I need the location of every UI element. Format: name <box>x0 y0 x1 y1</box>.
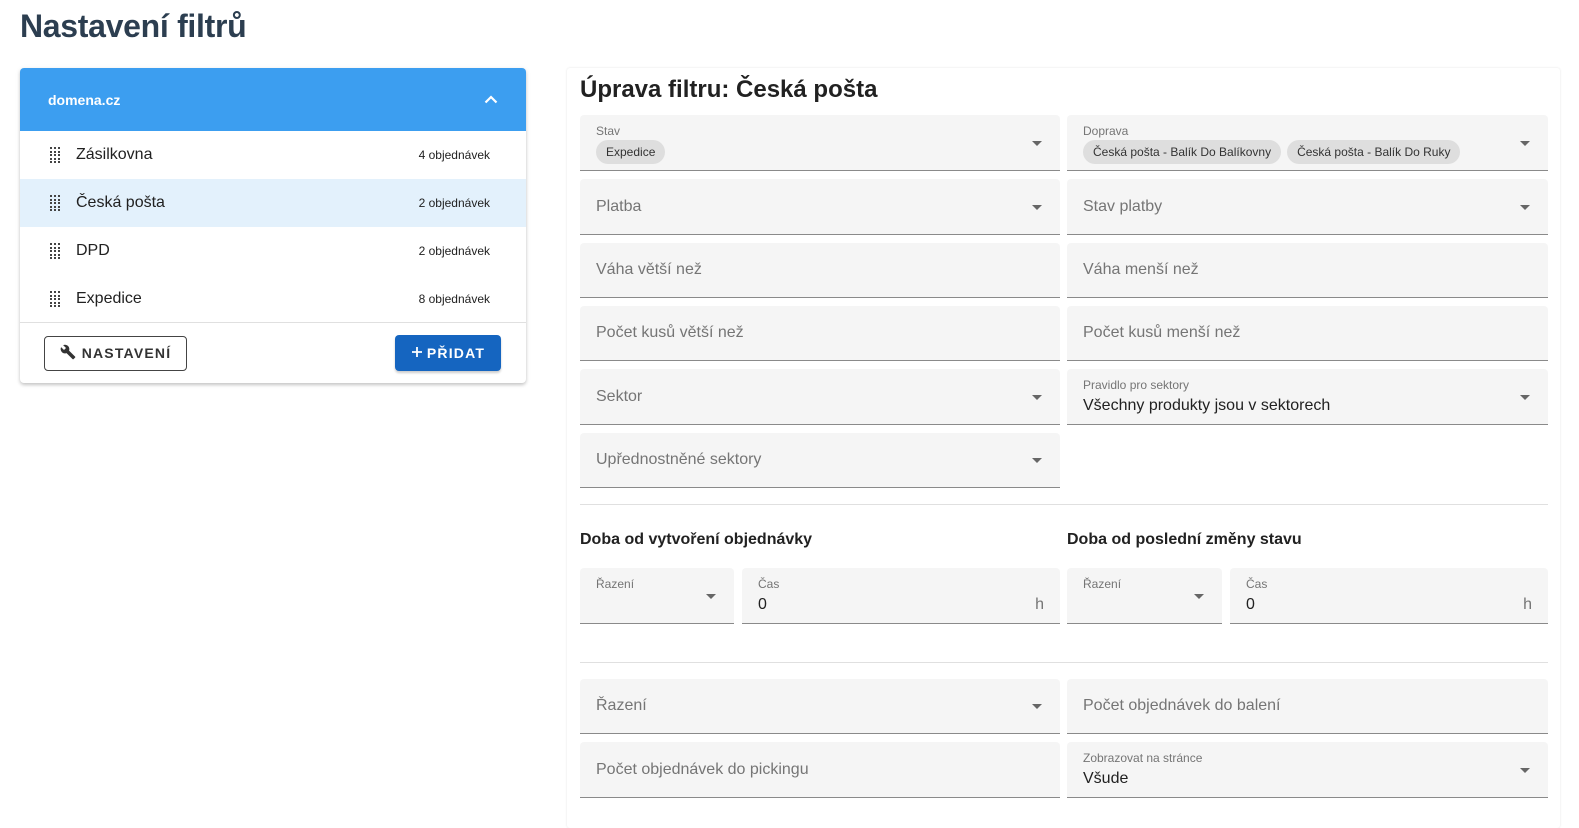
razeni-select[interactable]: Řazení <box>580 679 1060 734</box>
wrench-icon <box>60 344 76 363</box>
filter-editor-panel: Úprava filtru: Česká pošta Stav Expedice… <box>567 68 1560 828</box>
filter-item-label: Zásilkovna <box>76 146 153 163</box>
filter-item-label: DPD <box>76 242 110 259</box>
dropdown-arrow-icon <box>706 593 716 599</box>
plus-icon <box>411 345 423 361</box>
dropdown-arrow-icon <box>1520 140 1530 146</box>
add-filter-button[interactable]: PŘIDAT <box>395 335 501 371</box>
changed-sort-label: Řazení <box>1083 577 1122 591</box>
dropdown-arrow-icon <box>1032 204 1042 210</box>
created-time-unit: h <box>1035 596 1044 613</box>
stav-platby-placeholder: Stav platby <box>1083 197 1163 215</box>
drag-handle-icon[interactable] <box>50 243 62 259</box>
editor-title: Úprava filtru: Česká pošta <box>580 76 878 103</box>
preferovane-sektory-select[interactable]: Upřednostněné sektory <box>580 433 1060 488</box>
settings-button-label: NASTAVENÍ <box>81 345 172 361</box>
doprava-chips: Česká pošta - Balík Do Balíkovny Česká p… <box>1083 140 1461 164</box>
zobrazovat-label: Zobrazovat na stránce <box>1083 751 1203 765</box>
kusy-mensi-placeholder: Počet kusů menší než <box>1083 324 1241 341</box>
changed-sort-select[interactable]: Řazení <box>1067 568 1222 624</box>
changed-time-unit: h <box>1523 596 1532 613</box>
filter-item-label: Expedice <box>76 290 142 307</box>
changed-time-input[interactable]: Čas 0 h <box>1230 568 1548 624</box>
kusy-mensi-input[interactable]: Počet kusů menší než <box>1067 306 1548 361</box>
dropdown-arrow-icon <box>1520 394 1530 400</box>
vaha-vetsi-input[interactable]: Váha větší než <box>580 243 1060 298</box>
divider <box>580 662 1548 663</box>
created-time-input[interactable]: Čas 0 h <box>742 568 1060 624</box>
sektor-placeholder: Sektor <box>596 387 643 405</box>
created-sort-label: Řazení <box>596 577 635 591</box>
filter-item-count: 2 objednávek <box>418 244 490 258</box>
pocet-baleni-placeholder: Počet objednávek do balení <box>1083 697 1281 714</box>
platba-placeholder: Platba <box>596 197 642 215</box>
domain-header[interactable]: domena.cz <box>20 68 526 131</box>
dropdown-arrow-icon <box>1032 704 1042 709</box>
chip[interactable]: Expedice <box>596 140 666 164</box>
dropdown-arrow-icon <box>1032 140 1042 146</box>
kusy-vetsi-placeholder: Počet kusů větší než <box>596 324 744 341</box>
kusy-vetsi-input[interactable]: Počet kusů větší než <box>580 306 1060 361</box>
stav-platby-select[interactable]: Stav platby <box>1067 179 1548 235</box>
chevron-up-icon[interactable] <box>484 93 498 107</box>
pocet-picking-placeholder: Počet objednávek do pickingu <box>596 760 809 778</box>
pocet-picking-input[interactable]: Počet objednávek do pickingu <box>580 742 1060 798</box>
vaha-mensi-input[interactable]: Váha menší než <box>1067 243 1548 298</box>
created-time-value: 0 <box>758 596 767 613</box>
dropdown-arrow-icon <box>1194 593 1204 599</box>
pravidlo-label: Pravidlo pro sektory <box>1083 378 1190 392</box>
settings-button[interactable]: NASTAVENÍ <box>44 335 187 371</box>
dropdown-arrow-icon <box>1032 458 1042 463</box>
zobrazovat-select[interactable]: Zobrazovat na stránce Všude <box>1067 742 1548 798</box>
stav-label: Stav <box>596 124 621 138</box>
domain-name: domena.cz <box>48 91 121 108</box>
filter-item-count: 8 objednávek <box>418 292 490 306</box>
drag-handle-icon[interactable] <box>50 291 62 307</box>
created-time-label: Čas <box>758 577 780 591</box>
drag-handle-icon[interactable] <box>50 147 62 163</box>
dropdown-arrow-icon <box>1520 767 1530 773</box>
vaha-vetsi-placeholder: Váha větší než <box>596 261 702 278</box>
filter-list-card: domena.cz Zásilkovna 4 objednávek Česká … <box>20 68 526 383</box>
drag-handle-icon[interactable] <box>50 195 62 211</box>
changed-time-value: 0 <box>1246 596 1255 613</box>
changed-time-label: Čas <box>1246 577 1268 591</box>
filter-item-label: Česká pošta <box>76 194 165 211</box>
divider <box>580 504 1548 505</box>
razeni-placeholder: Řazení <box>596 697 647 714</box>
filter-item-expedice[interactable]: Expedice 8 objednávek <box>20 275 526 323</box>
filter-item-dpd[interactable]: DPD 2 objednávek <box>20 227 526 275</box>
zobrazovat-value: Všude <box>1083 770 1129 787</box>
filter-item-zasilkovna[interactable]: Zásilkovna 4 objednávek <box>20 131 526 179</box>
doprava-label: Doprava <box>1083 124 1129 138</box>
changed-section-title: Doba od poslední změny stavu <box>1067 531 1302 548</box>
platba-select[interactable]: Platba <box>580 179 1060 235</box>
chip[interactable]: Česká pošta - Balík Do Ruky <box>1287 140 1461 164</box>
page-title: Nastavení filtrů <box>20 8 247 44</box>
dropdown-arrow-icon <box>1032 394 1042 400</box>
sektor-select[interactable]: Sektor <box>580 369 1060 425</box>
pravidlo-select[interactable]: Pravidlo pro sektory Všechny produkty js… <box>1067 369 1548 425</box>
filter-item-count: 4 objednávek <box>418 148 490 162</box>
stav-select[interactable]: Stav Expedice <box>580 115 1060 171</box>
created-section-title: Doba od vytvoření objednávky <box>580 531 813 548</box>
stav-chips: Expedice <box>596 140 666 164</box>
card-actions: NASTAVENÍ PŘIDAT <box>20 322 526 383</box>
vaha-mensi-placeholder: Váha menší než <box>1083 261 1199 278</box>
chip[interactable]: Česká pošta - Balík Do Balíkovny <box>1083 140 1282 164</box>
dropdown-arrow-icon <box>1520 204 1530 210</box>
pravidlo-value: Všechny produkty jsou v sektorech <box>1083 397 1331 414</box>
pocet-baleni-input[interactable]: Počet objednávek do balení <box>1067 679 1548 734</box>
created-sort-select[interactable]: Řazení <box>580 568 734 624</box>
filter-item-ceska-posta[interactable]: Česká pošta 2 objednávek <box>20 179 526 227</box>
doprava-select[interactable]: Doprava Česká pošta - Balík Do Balíkovny… <box>1067 115 1548 171</box>
preferovane-placeholder: Upřednostněné sektory <box>596 451 762 468</box>
add-button-label: PŘIDAT <box>426 345 486 361</box>
filter-item-count: 2 objednávek <box>418 196 490 210</box>
